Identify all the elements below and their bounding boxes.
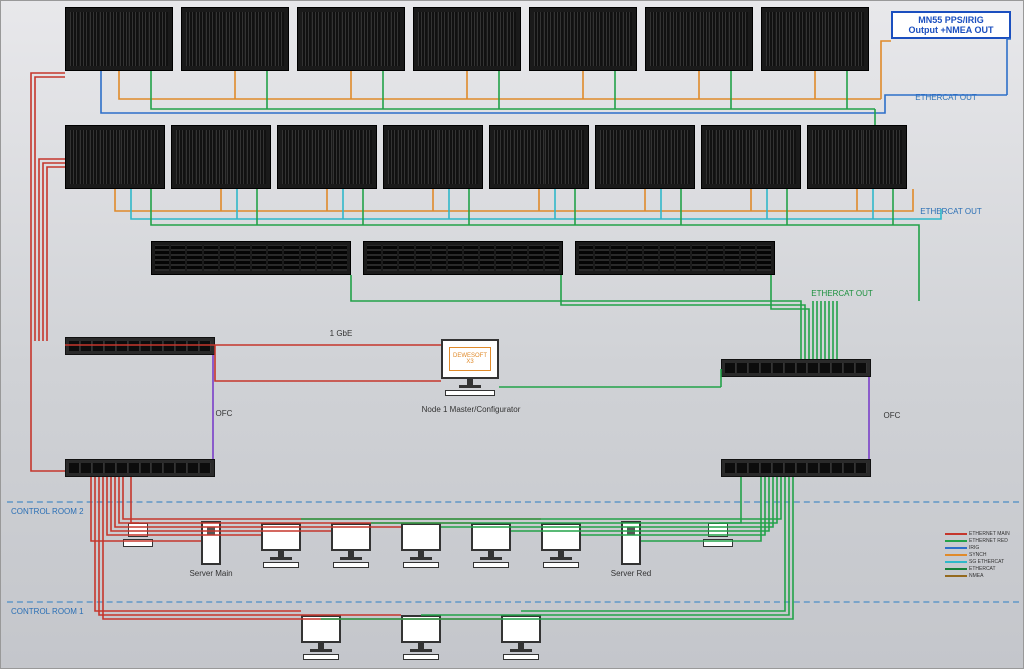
daq-rack [761, 7, 869, 71]
server-main [201, 521, 221, 565]
client-workstation [331, 523, 371, 568]
master-caption: Node 1 Master/Configurator [411, 405, 531, 414]
legend-item: ETHERCAT [969, 566, 996, 572]
legend-item: ETHERNET MAIN [969, 531, 1010, 537]
server-main-label: Server Main [181, 569, 241, 578]
control-room-1-label: CONTROL ROOM 1 [11, 607, 131, 616]
control-room-1-divider [7, 601, 1019, 603]
network-switch [721, 359, 871, 377]
ofc-left-label: OFC [209, 409, 239, 418]
legend-item: NMEA [969, 573, 983, 579]
external-gps-box: MN55 PPS/IRIG Output +NMEA OUT [891, 11, 1011, 39]
daq-rack [277, 125, 377, 189]
legend-item: IRIG [969, 545, 979, 551]
master-workstation: DEWESOFT X3 [441, 339, 499, 396]
legend-item: SYNCH [969, 552, 987, 558]
network-switch [721, 459, 871, 477]
daq-rack [383, 125, 483, 189]
daq-rack [595, 125, 695, 189]
sg-rack [151, 241, 351, 275]
network-switch [65, 337, 215, 355]
legend: ETHERNET MAIN ETHERNET RED IRIG SYNCH SG… [945, 531, 1017, 580]
ethercat-out-label: ETHERCAT OUT [901, 93, 991, 102]
daq-rack [645, 7, 753, 71]
ethercat-out-label: ETHERCAT OUT [797, 289, 887, 298]
daq-rack [489, 125, 589, 189]
sg-rack [363, 241, 563, 275]
daq-rack [65, 7, 173, 71]
client-workstation [501, 615, 541, 660]
diagram-canvas: { "ext_box": { "line1": "MN55 PPS/IRIG",… [0, 0, 1024, 669]
client-workstation [401, 615, 441, 660]
one-gbe-label: 1 GbE [321, 329, 361, 338]
remote-node [121, 523, 155, 553]
client-workstation [541, 523, 581, 568]
server-red [621, 521, 641, 565]
daq-rack [181, 7, 289, 71]
legend-item: ETHERNET RED [969, 538, 1008, 544]
legend-item: SG ETHERCAT [969, 559, 1004, 565]
server-red-label: Server Red [601, 569, 661, 578]
ext-box-line1: MN55 PPS/IRIG [895, 15, 1007, 25]
daq-rack [807, 125, 907, 189]
client-workstation [261, 523, 301, 568]
client-workstation [471, 523, 511, 568]
daq-rack [297, 7, 405, 71]
cabling-layer [1, 1, 1023, 668]
daq-rack [171, 125, 271, 189]
daq-rack [701, 125, 801, 189]
remote-node [701, 523, 735, 553]
network-switch [65, 459, 215, 477]
daq-rack [529, 7, 637, 71]
control-room-2-divider [7, 501, 1019, 503]
master-sw-label: DEWESOFT X3 [449, 347, 491, 371]
ethercat-out-label: ETHERCAT OUT [906, 207, 996, 216]
daq-rack [65, 125, 165, 189]
ext-box-line2: Output +NMEA OUT [895, 25, 1007, 35]
ofc-right-label: OFC [877, 411, 907, 420]
daq-rack [413, 7, 521, 71]
control-room-2-label: CONTROL ROOM 2 [11, 507, 131, 516]
client-workstation [401, 523, 441, 568]
sg-rack [575, 241, 775, 275]
client-workstation [301, 615, 341, 660]
